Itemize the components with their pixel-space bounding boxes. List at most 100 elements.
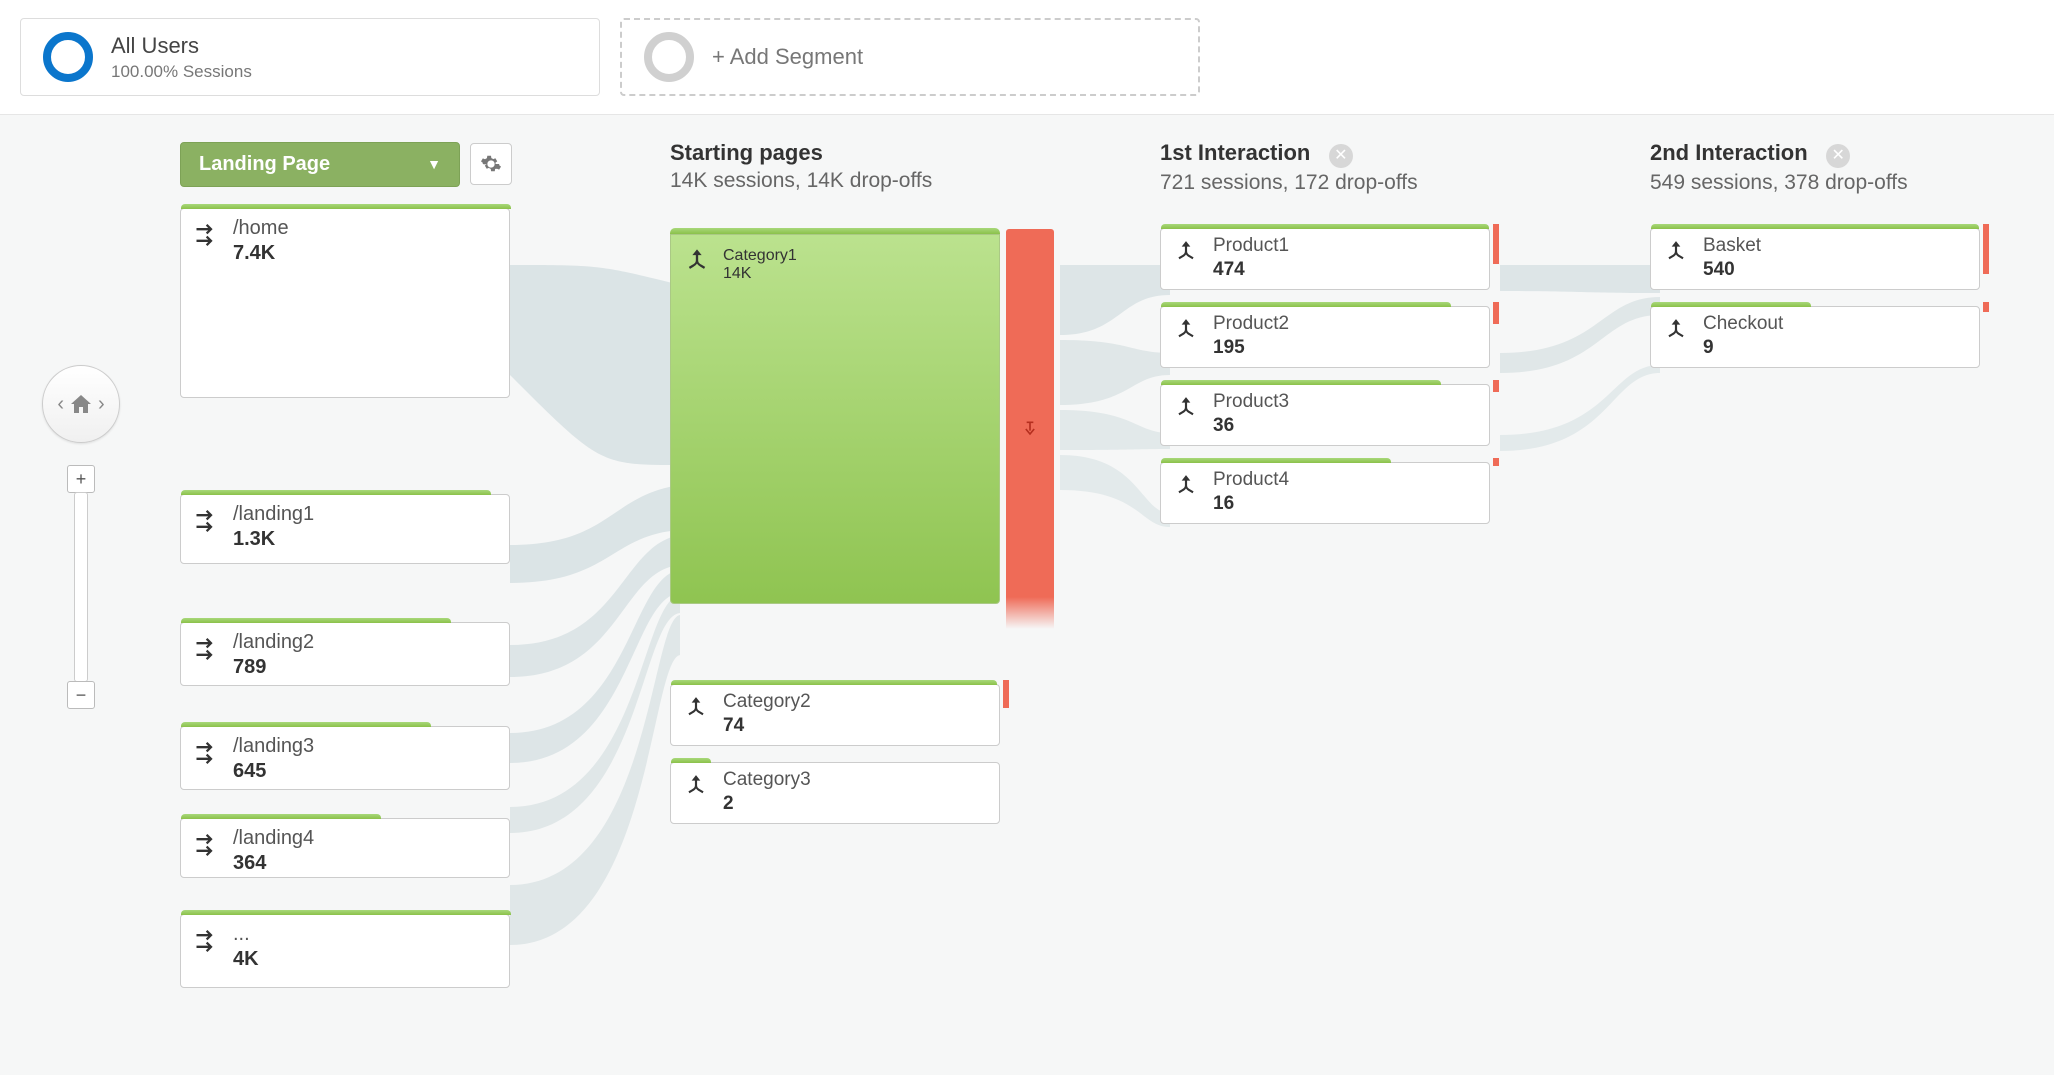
dropoff-arrow-icon (1020, 417, 1040, 441)
arrows-icon (193, 221, 221, 254)
node-value: 7.4K (233, 242, 289, 265)
nav-home-control[interactable]: ‹ › (42, 365, 120, 443)
segment-ring-placeholder-icon (644, 32, 694, 82)
node-green-cap (1161, 380, 1441, 385)
node-category1-wrap: Category1 14K (670, 228, 1160, 604)
zoom-in-button[interactable]: + (67, 465, 95, 493)
node-value: 195 (1213, 337, 1289, 359)
segment-title: All Users (111, 33, 252, 59)
flow-node[interactable]: Product336 (1160, 384, 1490, 446)
merge-icon (1173, 395, 1201, 426)
node-label: /home (233, 217, 289, 240)
node-value: 4K (233, 948, 259, 971)
node-value: 74 (723, 715, 811, 737)
flow-node[interactable]: /landing11.3K (180, 494, 510, 564)
node-red-strip (1003, 680, 1009, 708)
flow-node[interactable]: /landing4364 (180, 818, 510, 878)
node-red-strip (1493, 224, 1499, 264)
node-value: 474 (1213, 259, 1289, 281)
node-value: 789 (233, 656, 314, 679)
flow-node[interactable]: /landing2789 (180, 622, 510, 686)
col-subtitle: 721 sessions, 172 drop-offs (1160, 171, 1650, 195)
flow-columns: Landing Page ▼ /home7.4K/landing11.3K/la… (180, 140, 2054, 1004)
dropoff-bar (1006, 229, 1054, 629)
node-value: 645 (233, 760, 314, 783)
node-green-cap (181, 910, 511, 915)
flow-node[interactable]: Product1474 (1160, 228, 1490, 290)
node-value: 36 (1213, 415, 1289, 437)
node-green-cap (1161, 224, 1489, 229)
arrows-icon (193, 635, 221, 668)
node-label: Product4 (1213, 469, 1289, 491)
settings-button[interactable] (470, 143, 512, 185)
chevron-right-icon[interactable]: › (98, 393, 105, 416)
flow-node[interactable]: /home7.4K (180, 208, 510, 398)
flow-node[interactable]: Product416 (1160, 462, 1490, 524)
merge-icon (1663, 317, 1691, 348)
node-green-cap (1161, 302, 1451, 307)
node-label: /landing3 (233, 735, 314, 758)
node-label: /landing1 (233, 503, 314, 526)
flow-node[interactable]: /landing3645 (180, 726, 510, 790)
node-value: 1.3K (233, 528, 314, 551)
flow-node[interactable]: ...4K (180, 914, 510, 988)
col-second-interaction: 2nd Interaction ✕ 549 sessions, 378 drop… (1650, 140, 2054, 1004)
segment-all-users[interactable]: All Users 100.00% Sessions (20, 18, 600, 96)
node-label: Product3 (1213, 391, 1289, 413)
flow-node[interactable]: Category32 (670, 762, 1000, 824)
node-value: 16 (1213, 493, 1289, 515)
arrows-icon (193, 927, 221, 960)
col-subtitle: 14K sessions, 14K drop-offs (670, 169, 1160, 193)
node-label: Category2 (723, 691, 811, 713)
node-label: Product1 (1213, 235, 1289, 257)
node-label: Category1 (723, 247, 797, 265)
node-category1[interactable]: Category1 14K (670, 234, 1000, 604)
node-label: Checkout (1703, 313, 1783, 335)
node-green-cap (181, 618, 451, 623)
dimension-label: Landing Page (199, 153, 330, 176)
add-segment-label: + Add Segment (712, 44, 863, 70)
add-segment-button[interactable]: + Add Segment (620, 18, 1200, 96)
zoom-out-button[interactable]: − (67, 681, 95, 709)
gear-icon (480, 153, 502, 175)
node-red-strip (1983, 224, 1989, 274)
flow-node[interactable]: Checkout9 (1650, 306, 1980, 368)
node-label: Product2 (1213, 313, 1289, 335)
col-title: 2nd Interaction (1650, 140, 1808, 166)
node-red-strip (1493, 458, 1499, 466)
node-red-strip (1983, 302, 1989, 312)
close-column-button[interactable]: ✕ (1329, 144, 1353, 168)
node-green-cap (671, 758, 711, 763)
col-subtitle: 549 sessions, 378 drop-offs (1650, 171, 2054, 195)
arrows-icon (193, 739, 221, 772)
zoom-slider[interactable] (74, 492, 88, 682)
arrows-icon (193, 507, 221, 540)
dimension-select[interactable]: Landing Page ▼ (180, 142, 460, 187)
node-green-cap (1651, 302, 1811, 307)
flow-area: ‹ › + − Landing Pag (0, 115, 2054, 1075)
home-icon[interactable] (68, 392, 94, 416)
node-green-cap (671, 680, 997, 685)
merge-icon (1663, 239, 1691, 270)
dimension-row: Landing Page ▼ (180, 140, 670, 188)
node-label: /landing2 (233, 631, 314, 654)
node-green-cap (181, 204, 511, 209)
close-column-button[interactable]: ✕ (1826, 144, 1850, 168)
node-label: Category3 (723, 769, 811, 791)
zoom-control: + − (67, 465, 95, 709)
flow-node[interactable]: Product2195 (1160, 306, 1490, 368)
merge-icon (1173, 317, 1201, 348)
flow-node[interactable]: Category274 (670, 684, 1000, 746)
chevron-left-icon[interactable]: ‹ (57, 393, 64, 416)
node-red-strip (1493, 302, 1499, 324)
node-value: 9 (1703, 337, 1783, 359)
node-value: 540 (1703, 259, 1761, 281)
col-first-interaction: 1st Interaction ✕ 721 sessions, 172 drop… (1160, 140, 1650, 1004)
merge-icon (1173, 239, 1201, 270)
flow-node[interactable]: Basket540 (1650, 228, 1980, 290)
segment-bar: All Users 100.00% Sessions + Add Segment (0, 0, 2054, 115)
node-green-cap (1161, 458, 1391, 463)
node-label: /landing4 (233, 827, 314, 850)
col-starting: Starting pages 14K sessions, 14K drop-of… (670, 140, 1160, 1004)
segment-ring-icon (43, 32, 93, 82)
